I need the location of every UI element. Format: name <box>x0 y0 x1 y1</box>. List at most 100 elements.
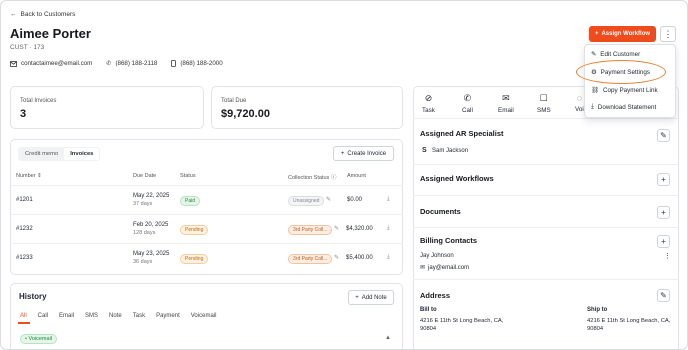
edit-specialist-button[interactable]: ✎ <box>657 129 670 142</box>
tab-credit-memo[interactable]: Credit memo <box>19 148 64 160</box>
action-email-label: Email <box>498 107 514 114</box>
plus-icon: + <box>661 237 666 246</box>
avatar: S <box>422 147 427 154</box>
menu-item-label: Download Statement <box>597 103 657 111</box>
action-call[interactable]: ✆ Call <box>462 93 473 114</box>
arrow-left-icon: ← <box>10 11 17 18</box>
phone-contact[interactable]: ✆ (868) 188-2118 <box>106 60 157 67</box>
bill-to-address-line2: 90804 <box>420 326 437 332</box>
bill-to-label: Bill to <box>420 307 437 313</box>
tab-task[interactable]: Task <box>133 313 145 319</box>
status-badge: Paid <box>180 196 201 206</box>
edit-icon[interactable]: ✎ <box>326 196 331 203</box>
amount: $5,400.00 <box>346 255 373 261</box>
billing-email-text: jay@email.com <box>428 264 470 271</box>
add-document-button[interactable]: + <box>657 206 670 219</box>
mail-icon <box>10 60 17 67</box>
scrollbar-up-icon[interactable]: ▲ <box>385 335 391 341</box>
invoice-number[interactable]: #1201 <box>16 197 33 203</box>
download-icon[interactable]: ⤓ <box>387 254 390 261</box>
tab-email[interactable]: Email <box>59 313 74 319</box>
collection-status-badge[interactable]: 3rd Party Coll... <box>288 225 333 235</box>
action-task[interactable]: ⊘ Task <box>422 93 435 114</box>
column-header-status: Status <box>180 173 196 179</box>
action-sms[interactable]: ☐ SMS <box>537 93 551 114</box>
specialist-name: Sam Jackson <box>432 148 469 154</box>
collection-header-label: Collection Status <box>288 175 330 181</box>
edit-icon[interactable]: ✎ <box>334 254 339 261</box>
status-badge: Pending <box>180 225 209 235</box>
download-icon[interactable]: ⤓ <box>387 225 390 232</box>
column-header-amount: Amount <box>347 173 366 179</box>
create-invoice-button[interactable]: + Create Invoice <box>333 146 394 161</box>
divider <box>413 195 679 196</box>
tab-call[interactable]: Call <box>38 313 48 319</box>
add-billing-contact-button[interactable]: + <box>657 235 670 248</box>
bill-to-address-line1: 4216 E 11th St Long Beach, CA, <box>420 318 504 324</box>
assign-workflow-button[interactable]: + Assign Workflow <box>589 26 656 42</box>
billing-contact-email[interactable]: ✉ jay@email.com <box>420 264 470 272</box>
column-header-number[interactable]: Number ⇕ <box>16 173 42 179</box>
more-options-button[interactable]: ⋮ <box>660 26 676 42</box>
menu-item-edit-customer[interactable]: ✎ Edit Customer <box>591 51 640 58</box>
table-row[interactable]: #1201 May 22, 2025 37 days Paid Unassign… <box>10 185 403 214</box>
voicemail-badge-label: Voicemail <box>28 336 53 342</box>
collection-status-badge[interactable]: 3rd Party Coll... <box>288 254 333 264</box>
back-link[interactable]: ← Back to Customers <box>10 11 75 18</box>
more-vertical-icon[interactable]: ⋮ <box>664 252 671 260</box>
add-note-button[interactable]: + Add Note <box>348 290 394 305</box>
email-text: contactaimee@email.com <box>21 60 93 67</box>
contact-row: contactaimee@email.com ✆ (868) 188-2118 … <box>10 60 223 67</box>
address-title: Address <box>420 291 451 300</box>
mobile-contact[interactable]: (868) 188-2000 <box>171 60 223 67</box>
table-row[interactable]: #1232 Feb 20, 2025 128 days Pending 3rd … <box>10 214 403 243</box>
total-invoices-value: 3 <box>20 108 27 120</box>
customer-name: Aimee Porter <box>10 26 91 41</box>
collection-status-badge[interactable]: Unassigned <box>288 196 325 206</box>
add-workflow-button[interactable]: + <box>657 173 670 186</box>
mobile-icon <box>171 60 177 67</box>
tab-voicemail[interactable]: Voicemail <box>191 313 217 319</box>
invoice-number[interactable]: #1233 <box>16 255 33 261</box>
tab-note[interactable]: Note <box>109 313 122 319</box>
pencil-icon: ✎ <box>660 131 667 140</box>
voicemail-icon: ◌ <box>576 93 583 103</box>
amount: $4,320.00 <box>346 226 373 232</box>
divider <box>413 118 679 119</box>
invoice-number[interactable]: #1232 <box>16 226 33 232</box>
total-invoices-label: Total Invoices <box>20 98 57 104</box>
sort-icon: ⇕ <box>37 173 42 179</box>
tab-invoices[interactable]: Invoices <box>64 148 100 160</box>
action-voicemail[interactable]: ◌ Voi <box>575 93 584 113</box>
ship-to-address-line2: 90804 <box>587 326 604 332</box>
tab-sms[interactable]: SMS <box>85 313 98 319</box>
menu-item-copy-payment-link[interactable]: ⛓ Copy Payment Link <box>591 86 658 95</box>
side-panel <box>413 86 679 349</box>
ship-to-label: Ship to <box>587 307 608 313</box>
phone-text: (868) 188-2118 <box>115 60 158 67</box>
link-icon: ⛓ <box>591 87 599 94</box>
history-title: History <box>19 292 47 301</box>
phone-icon: ✆ <box>463 93 472 103</box>
number-header-label: Number <box>16 173 36 179</box>
divider <box>413 279 679 280</box>
tab-payment[interactable]: Payment <box>156 313 180 319</box>
edit-icon[interactable]: ✎ <box>334 225 339 232</box>
action-email[interactable]: ✉ Email <box>498 93 514 114</box>
billing-contacts-title: Billing Contacts <box>420 236 478 245</box>
menu-item-download-statement[interactable]: ⤓ Download Statement <box>591 103 656 111</box>
total-invoices-card: Total Invoices 3 <box>10 86 204 129</box>
info-icon: ⓘ <box>330 175 337 181</box>
documents-title: Documents <box>420 207 461 216</box>
divider <box>413 227 679 228</box>
action-sms-label: SMS <box>537 107 551 114</box>
tab-all[interactable]: All <box>20 313 27 319</box>
download-icon[interactable]: ⤓ <box>387 196 390 203</box>
table-row[interactable]: #1233 May 23, 2025 36 days Pending 3rd P… <box>10 243 403 272</box>
edit-address-button[interactable]: ✎ <box>657 289 670 302</box>
pencil-icon: ✎ <box>591 51 597 58</box>
total-due-value: $9,720.00 <box>221 108 270 120</box>
email-contact[interactable]: contactaimee@email.com <box>10 60 92 67</box>
billing-contact-name: Jay Johnson <box>420 253 454 259</box>
assign-workflow-label: Assign Workflow <box>601 31 651 37</box>
